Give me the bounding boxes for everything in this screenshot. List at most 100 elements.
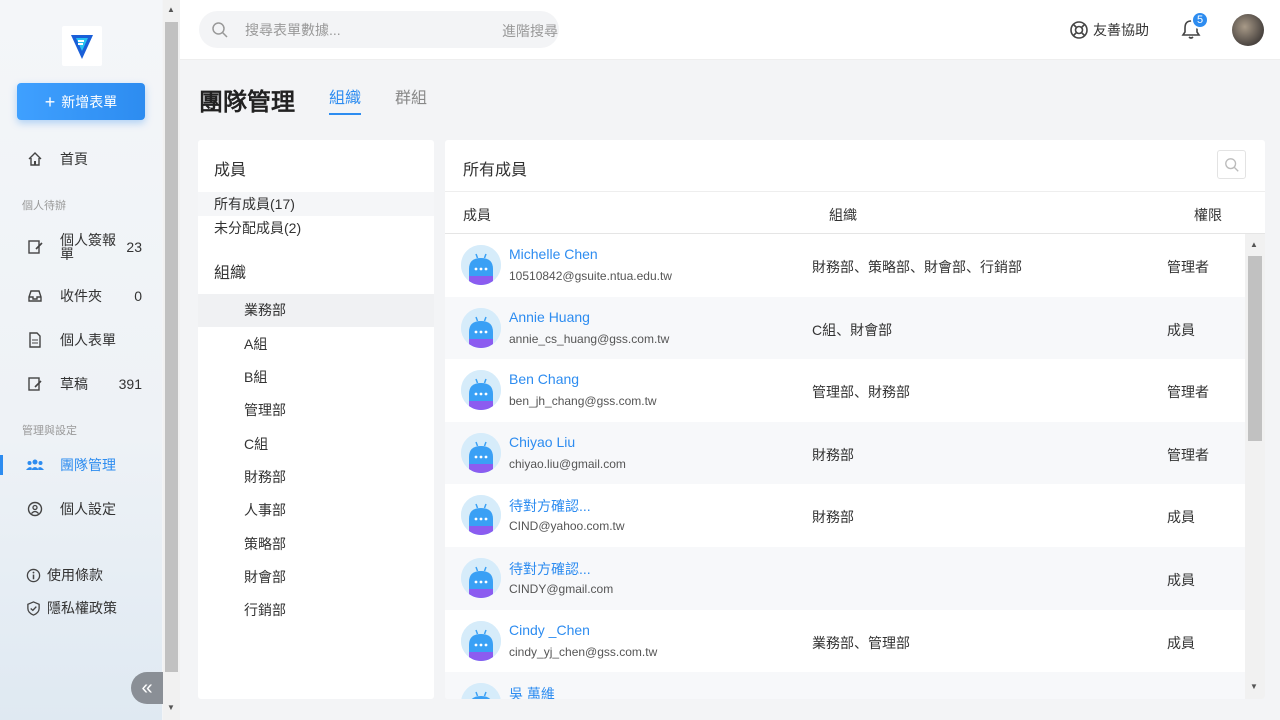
section-admin-title: 管理與設定 <box>22 425 77 437</box>
sidebar-item-personal-settings[interactable]: 個人設定 <box>0 494 162 524</box>
org-item[interactable]: 業務部 <box>198 294 434 327</box>
privacy-label: 隱私權政策 <box>47 600 117 616</box>
new-form-button[interactable]: + 新增表單 <box>17 83 145 120</box>
table-row[interactable]: Michelle Chen 10510842@gsuite.ntua.edu.tw… <box>445 234 1245 297</box>
draft-icon <box>26 375 44 393</box>
divider <box>445 191 1265 192</box>
column-header-permission: 權限 <box>1194 207 1222 223</box>
member-email: chiyao.liu@gmail.com <box>509 456 626 471</box>
global-search[interactable]: 進階搜尋 <box>199 11 559 48</box>
help-button[interactable]: 友善協助 <box>1069 20 1149 40</box>
home-icon <box>26 150 44 168</box>
member-name[interactable]: Michelle Chen <box>509 246 598 262</box>
member-permission: 成員 <box>1167 321 1195 338</box>
member-org: C組、財會部 <box>812 321 893 338</box>
table-scrollbar[interactable]: ▲ ▼ <box>1245 234 1265 699</box>
sidebar-item-home[interactable]: 首頁 <box>0 144 162 174</box>
double-chevron-left-icon: « <box>141 676 153 699</box>
member-name[interactable]: 待對方確認... <box>509 559 591 579</box>
page-scrollbar[interactable]: ▲ ▼ <box>163 0 180 720</box>
advanced-search-link[interactable]: 進階搜尋 <box>502 21 558 41</box>
sidebar-item-label: 個人表單 <box>60 332 116 348</box>
sidebar-item-label: 個人設定 <box>60 501 116 517</box>
members-heading: 成員 <box>214 162 247 179</box>
tab-groups[interactable]: 群組 <box>395 84 427 108</box>
scroll-down-arrow-icon[interactable]: ▼ <box>167 703 175 712</box>
org-item[interactable]: 行銷部 <box>198 594 434 627</box>
table-row[interactable]: 待對方確認... CIND@yahoo.com.tw 財務部 成員 <box>445 484 1245 547</box>
column-header-org: 組織 <box>829 207 857 223</box>
user-avatar[interactable] <box>1232 14 1264 46</box>
member-avatar-icon <box>461 245 501 285</box>
edit-doc-icon <box>26 238 44 256</box>
table-row[interactable]: Chiyao Liu chiyao.liu@gmail.com 財務部 管理者 <box>445 421 1245 485</box>
terms-link[interactable]: 使用條款 <box>26 565 103 585</box>
member-name[interactable]: 待對方確認... <box>509 496 591 516</box>
members-table-body: Michelle Chen 10510842@gsuite.ntua.edu.tw… <box>445 234 1245 699</box>
org-item[interactable]: C組 <box>198 428 434 461</box>
member-name[interactable]: Cindy _Chen <box>509 622 590 638</box>
org-item[interactable]: 財會部 <box>198 561 434 594</box>
shield-icon <box>27 600 40 616</box>
members-panel: 所有成員 成員 組織 權限 Michelle Chen 10510842@gsui… <box>445 140 1265 699</box>
member-name[interactable]: Chiyao Liu <box>509 434 575 450</box>
sidebar-item-label: 首頁 <box>60 151 88 167</box>
collapse-sidebar-button[interactable]: « <box>131 672 163 704</box>
tab-organization[interactable]: 組織 <box>329 84 362 115</box>
table-row[interactable]: 待對方確認... CINDY@gmail.com 成員 <box>445 547 1245 610</box>
unassigned-members-item[interactable]: 未分配成員(2) <box>198 216 434 240</box>
members-panel-title: 所有成員 <box>463 162 528 179</box>
sidebar-item-count: 391 <box>118 376 142 392</box>
sidebar-item-team-management[interactable]: 團隊管理 <box>0 450 162 480</box>
search-icon <box>212 22 228 38</box>
member-avatar-icon <box>461 370 501 411</box>
app-logo[interactable] <box>62 26 102 66</box>
org-item[interactable]: 財務部 <box>198 461 434 494</box>
member-search-button[interactable] <box>1217 150 1246 179</box>
page-scrollbar-thumb[interactable] <box>165 22 178 672</box>
org-item[interactable]: 策略部 <box>198 528 434 561</box>
info-icon <box>26 568 41 582</box>
sidebar-item-drafts[interactable]: 草稿 391 <box>0 369 162 399</box>
org-item[interactable]: 人事部 <box>198 494 434 527</box>
new-form-label: 新增表單 <box>61 93 118 110</box>
sidebar-item-personal-approval[interactable]: 個人簽報單 23 <box>0 231 162 263</box>
help-label: 友善協助 <box>1093 22 1149 38</box>
member-name[interactable]: 吳 萬維 <box>509 684 555 699</box>
member-org: 財務部 <box>812 446 854 463</box>
table-row[interactable]: Cindy _Chen cindy_yj_chen@gss.com.tw 業務部、管… <box>445 610 1245 673</box>
org-item[interactable]: A組 <box>198 328 434 361</box>
section-personal-title: 個人待辦 <box>22 200 66 212</box>
org-item[interactable]: 管理部 <box>198 394 434 427</box>
org-item[interactable]: B組 <box>198 361 434 394</box>
sidebar-item-inbox[interactable]: 收件夾 0 <box>0 281 162 311</box>
scroll-up-arrow-icon[interactable]: ▲ <box>1250 240 1258 249</box>
member-email: cindy_yj_chen@gss.com.tw <box>509 644 658 659</box>
member-avatar-icon <box>461 495 501 536</box>
scroll-up-arrow-icon[interactable]: ▲ <box>167 5 175 14</box>
user-circle-icon <box>26 500 44 518</box>
sidebar-item-count: 0 <box>134 288 142 304</box>
page-title: 團隊管理 <box>199 89 295 116</box>
table-row[interactable]: Annie Huang annie_cs_huang@gss.com.tw C組、財… <box>445 296 1245 360</box>
member-email: CINDY@gmail.com <box>509 582 614 596</box>
lifebuoy-icon <box>1070 21 1088 39</box>
sidebar-item-label: 個人簽報單 <box>60 232 116 262</box>
member-email: CIND@yahoo.com.tw <box>509 519 625 534</box>
table-row[interactable]: Ben Chang ben_jh_chang@gss.com.tw 管理部、財務部 管… <box>445 359 1245 422</box>
table-scrollbar-thumb[interactable] <box>1248 256 1262 441</box>
top-bar: 進階搜尋 友善協助 5 <box>180 0 1280 60</box>
column-header-member: 成員 <box>463 207 491 223</box>
sidebar-item-count: 23 <box>126 239 142 255</box>
member-name[interactable]: Annie Huang <box>509 309 590 325</box>
member-permission: 成員 <box>1167 509 1195 526</box>
table-row[interactable]: 吳 萬維 <box>445 672 1245 699</box>
sidebar-item-personal-forms[interactable]: 個人表單 <box>0 325 162 355</box>
privacy-link[interactable]: 隱私權政策 <box>26 598 117 618</box>
scroll-down-arrow-icon[interactable]: ▼ <box>1250 682 1258 691</box>
member-email: 10510842@gsuite.ntua.edu.tw <box>509 269 672 283</box>
search-input[interactable] <box>245 19 445 41</box>
plus-icon: + <box>44 91 56 112</box>
all-members-item[interactable]: 所有成員(17) <box>198 192 434 216</box>
member-name[interactable]: Ben Chang <box>509 371 579 387</box>
